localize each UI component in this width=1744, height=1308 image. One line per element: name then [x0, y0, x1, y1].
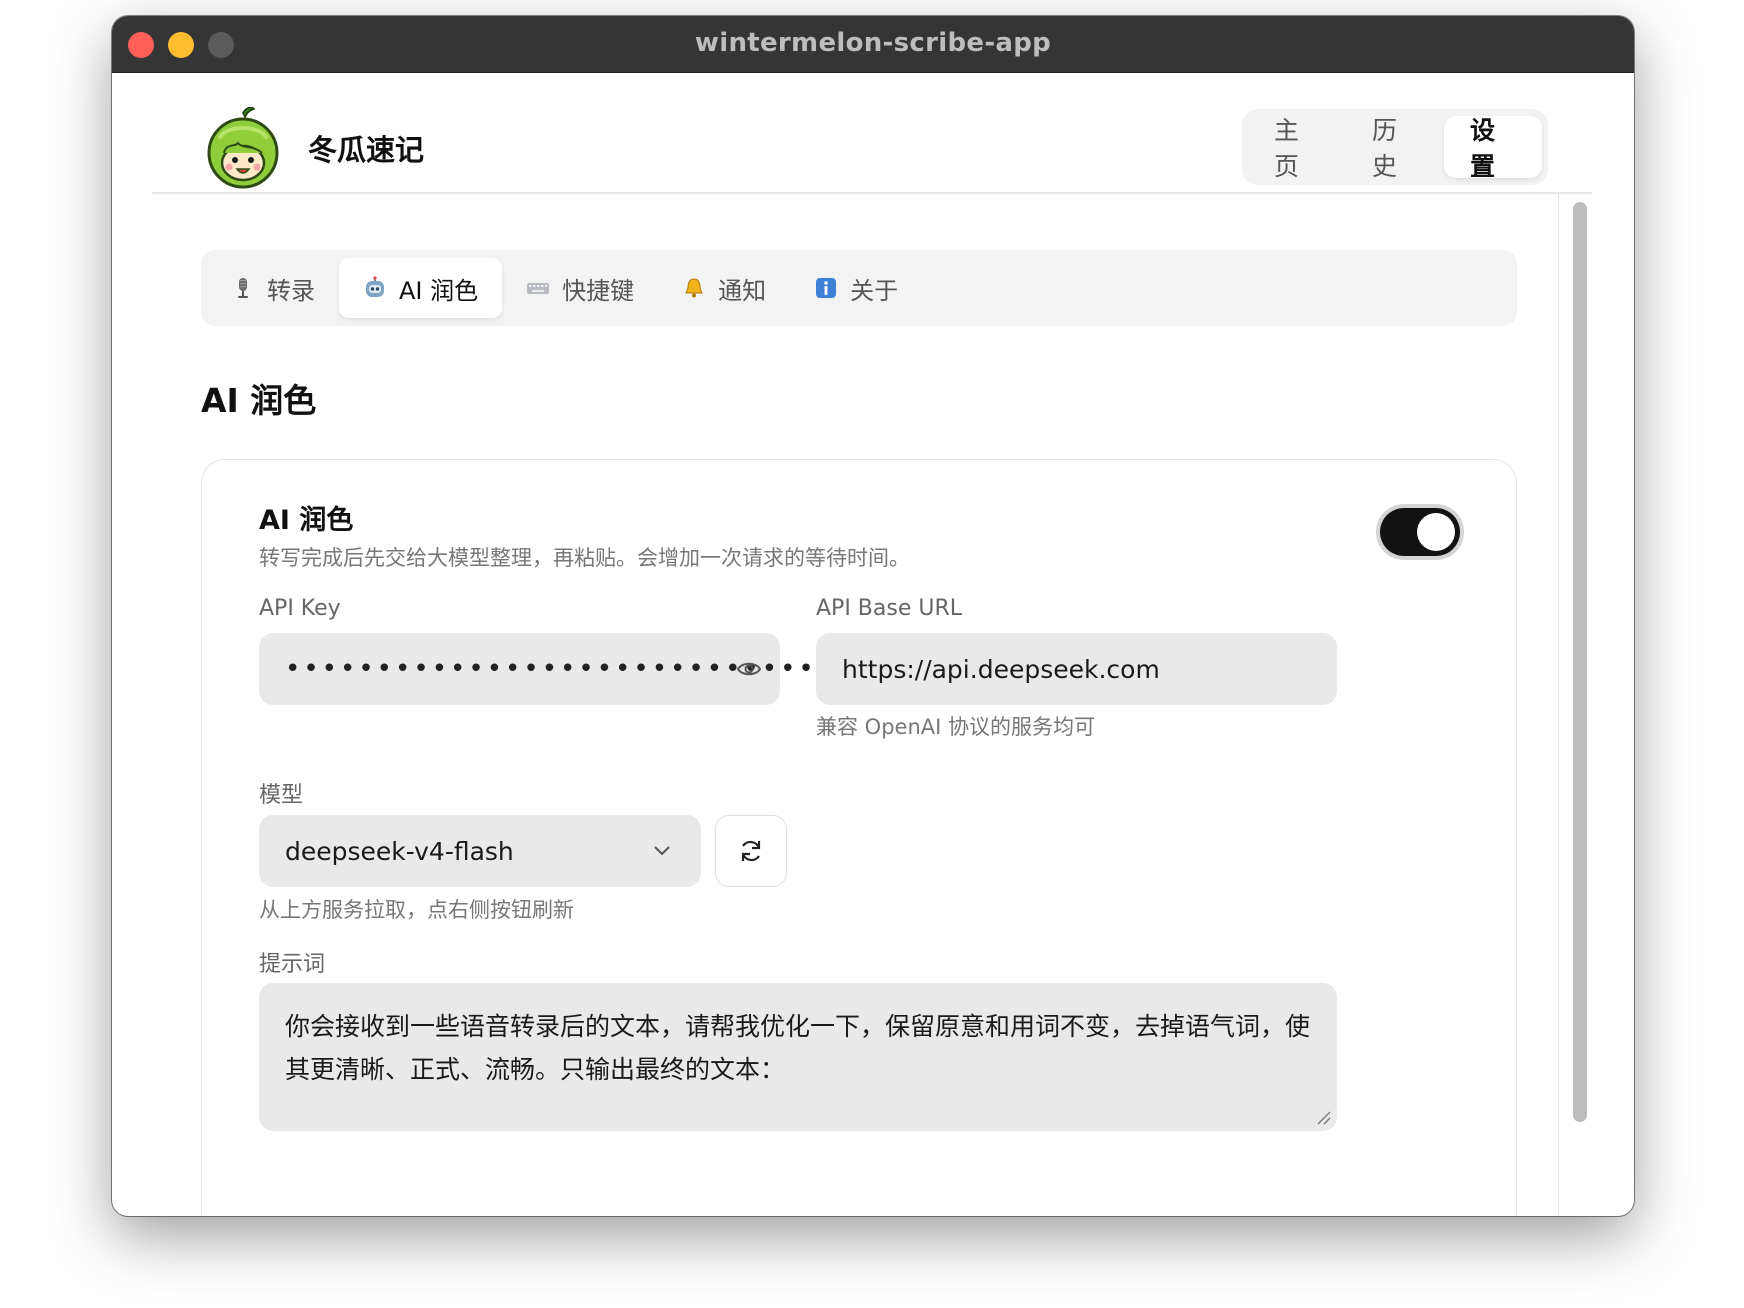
api-base-url-hint: 兼容 OpenAI 协议的服务均可 — [816, 715, 1095, 739]
nav-history[interactable]: 历史 — [1346, 116, 1444, 181]
refresh-models-button[interactable] — [715, 815, 787, 887]
model-selected-value: deepseek-v4-flash — [285, 836, 514, 866]
ai-polish-toggle[interactable] — [1380, 508, 1460, 556]
tab-about-label: 关于 — [850, 276, 899, 305]
api-base-url-value: https://api.deepseek.com — [842, 654, 1160, 684]
card-title: AI 润色 — [259, 505, 354, 536]
title-bar: wintermelon-scribe-app — [112, 16, 1634, 73]
model-select[interactable]: deepseek-v4-flash — [259, 815, 701, 887]
tab-notifications-label: 通知 — [718, 276, 767, 305]
prompt-textarea[interactable]: 你会接收到一些语音转录后的文本，请帮我优化一下，保留原意和用词不变，去掉语气词，… — [259, 983, 1337, 1131]
tab-transcription[interactable]: 转录 — [207, 258, 339, 318]
tab-ai-polish[interactable]: AI 润色 — [339, 258, 503, 318]
ai-polish-card: AI 润色 转写完成后先交给大模型整理，再粘贴。会增加一次请求的等待时间。 AP… — [201, 459, 1517, 1216]
window-title: wintermelon-scribe-app — [694, 28, 1052, 58]
microphone-icon — [238, 278, 248, 298]
chevron-down-icon — [654, 846, 670, 856]
settings-tabs: 转录 AI 润色 快捷键 通知 关于 — [201, 250, 1517, 326]
model-hint: 从上方服务拉取，点右侧按钮刷新 — [259, 898, 574, 922]
winter-melon-logo-icon — [207, 107, 279, 189]
scrollbar-thumb[interactable] — [1573, 202, 1587, 1122]
tab-ai-polish-label: AI 润色 — [399, 276, 479, 305]
tab-shortcuts-label: 快捷键 — [562, 276, 635, 305]
tab-notifications[interactable]: 通知 — [658, 258, 790, 318]
section-title: AI 润色 — [201, 381, 317, 420]
tab-transcription-label: 转录 — [267, 276, 315, 305]
app-window: wintermelon-scribe-app 冬瓜速记 主页 历史 设置 转录 … — [112, 16, 1634, 1216]
resize-handle-icon[interactable] — [1315, 1109, 1331, 1125]
nav-settings[interactable]: 设置 — [1444, 116, 1542, 181]
refresh-icon — [741, 840, 761, 862]
api-base-url-field[interactable]: https://api.deepseek.com — [816, 633, 1337, 705]
app-name: 冬瓜速记 — [308, 133, 425, 167]
robot-icon — [366, 276, 384, 297]
show-password-eye-icon[interactable] — [736, 657, 762, 681]
prompt-value: 你会接收到一些语音转录后的文本，请帮我优化一下，保留原意和用词不变，去掉语气词，… — [285, 1012, 1311, 1084]
settings-content: 转录 AI 润色 快捷键 通知 关于 AI 润色 AI 润色 转写完成后先交给大… — [152, 194, 1592, 1216]
api-key-label: API Key — [259, 596, 341, 621]
prompt-label: 提示词 — [259, 952, 326, 977]
tab-about[interactable]: 关于 — [790, 258, 922, 318]
app-header: 冬瓜速记 主页 历史 设置 — [112, 73, 1634, 209]
model-label: 模型 — [259, 783, 304, 808]
toggle-knob — [1417, 513, 1455, 551]
main-nav: 主页 历史 设置 — [1242, 109, 1548, 185]
nav-home[interactable]: 主页 — [1248, 116, 1346, 181]
api-base-url-label: API Base URL — [816, 596, 963, 621]
bell-icon — [685, 278, 703, 298]
info-icon — [816, 278, 837, 298]
tab-shortcuts[interactable]: 快捷键 — [502, 258, 658, 318]
api-key-field[interactable]: •••••••••••••••••••••••••••••• — [259, 633, 832, 705]
card-description: 转写完成后先交给大模型整理，再粘贴。会增加一次请求的等待时间。 — [259, 546, 910, 570]
keyboard-icon — [527, 283, 550, 294]
